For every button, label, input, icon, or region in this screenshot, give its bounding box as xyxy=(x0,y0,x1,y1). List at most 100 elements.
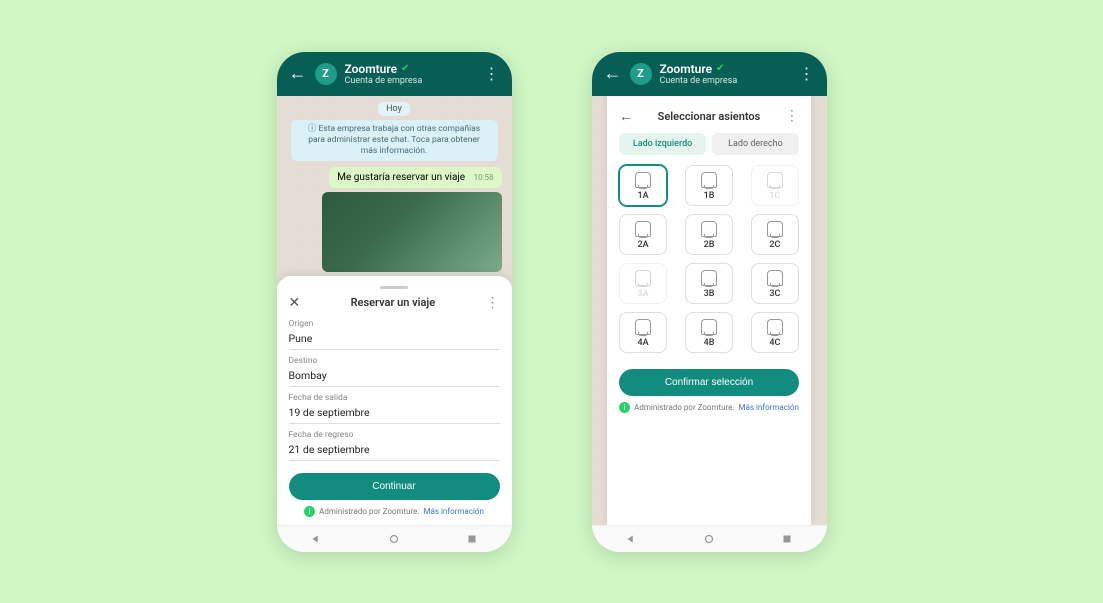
seat-icon xyxy=(701,221,717,237)
phone-seats: ← Z Zoomture ✔ Cuenta de empresa ⋮ ← Sel… xyxy=(592,52,827,552)
nav-back-icon[interactable] xyxy=(309,532,323,546)
seat-label: 1B xyxy=(704,191,715,201)
depart-label: Fecha de salida xyxy=(289,393,500,403)
sheet-title: Reservar un viaje xyxy=(300,296,485,309)
android-nav xyxy=(277,525,512,552)
info-text: Esta empresa trabaja con otras compañías… xyxy=(308,124,480,156)
chat-image[interactable] xyxy=(322,192,502,272)
more-icon[interactable]: ⋮ xyxy=(484,64,500,83)
seat-4B[interactable]: 4B xyxy=(685,312,733,353)
continue-button[interactable]: Continuar xyxy=(289,473,500,500)
seat-icon xyxy=(635,172,651,188)
chat-title-block[interactable]: Zoomture ✔ Cuenta de empresa xyxy=(660,62,791,86)
seat-2A[interactable]: 2A xyxy=(619,214,667,255)
seat-icon xyxy=(701,319,717,335)
seat-label: 1A xyxy=(638,191,649,201)
seat-3C[interactable]: 3C xyxy=(751,263,799,304)
seat-icon xyxy=(701,270,717,286)
seat-1A[interactable]: 1A xyxy=(619,165,667,206)
nav-home-icon[interactable] xyxy=(387,532,401,546)
seat-icon xyxy=(635,319,651,335)
info-icon: i xyxy=(304,506,315,517)
footer-text: Administrado por Zoomture. xyxy=(319,507,419,516)
nav-home-icon[interactable] xyxy=(702,532,716,546)
seat-2C[interactable]: 2C xyxy=(751,214,799,255)
footer-link[interactable]: Más información xyxy=(739,403,799,412)
phone-booking: ← Z Zoomture ✔ Cuenta de empresa ⋮ Hoy ⓘ… xyxy=(277,52,512,552)
dest-label: Destino xyxy=(289,356,500,366)
seat-label: 3B xyxy=(704,289,715,299)
date-pill: Hoy xyxy=(378,102,410,116)
depart-value: 19 de septiembre xyxy=(289,403,500,424)
sheet-more-icon[interactable]: ⋮ xyxy=(486,295,500,311)
chat-title: Zoomture xyxy=(660,62,713,76)
return-field[interactable]: Fecha de regreso 21 de septiembre xyxy=(289,430,500,461)
close-icon[interactable]: ✕ xyxy=(289,295,301,311)
chat-area: ← Seleccionar asientos ⋮ Lado izquierdo … xyxy=(592,96,827,525)
seat-3A: 3A xyxy=(619,263,667,304)
sheet-footer: i Administrado por Zoomture. Más informa… xyxy=(289,506,500,517)
seat-icon xyxy=(635,270,651,286)
seat-1B[interactable]: 1B xyxy=(685,165,733,206)
msg-text: Me gustaría reservar un viaje xyxy=(337,172,465,183)
nav-recent-icon[interactable] xyxy=(780,532,794,546)
seat-icon xyxy=(701,172,717,188)
confirm-button[interactable]: Confirmar selección xyxy=(619,369,799,396)
seat-label: 1C xyxy=(769,191,780,201)
chat-title-block[interactable]: Zoomture ✔ Cuenta de empresa xyxy=(345,62,476,86)
return-label: Fecha de regreso xyxy=(289,430,500,440)
seat-label: 2B xyxy=(704,240,715,250)
seat-grid: 1A 1B 1C 2A 2B 2C 3A 3B 3C 4A 4B 4C xyxy=(619,165,799,353)
seat-icon xyxy=(635,221,651,237)
seat-icon xyxy=(767,221,783,237)
footer-link[interactable]: Más información xyxy=(424,507,484,516)
seat-2B[interactable]: 2B xyxy=(685,214,733,255)
back-icon[interactable]: ← xyxy=(604,63,622,84)
info-icon: i xyxy=(619,402,630,413)
nav-back-icon[interactable] xyxy=(624,532,638,546)
footer-text: Administrado por Zoomture. xyxy=(634,403,734,412)
seat-icon xyxy=(767,172,783,188)
verified-icon: ✔ xyxy=(401,63,409,74)
seat-label: 3A xyxy=(638,289,649,299)
chat-subtitle: Cuenta de empresa xyxy=(660,76,791,86)
origin-field[interactable]: Origen Pune xyxy=(289,319,500,350)
sheet-title: Seleccionar asientos xyxy=(633,110,785,123)
info-pill[interactable]: ⓘ Esta empresa trabaja con otras compañí… xyxy=(291,120,498,161)
seat-1C: 1C xyxy=(751,165,799,206)
dest-value: Bombay xyxy=(289,366,500,387)
tab-left[interactable]: Lado izquierdo xyxy=(619,133,706,155)
return-value: 21 de septiembre xyxy=(289,440,500,461)
seat-label: 4B xyxy=(704,338,715,348)
android-nav xyxy=(592,525,827,552)
seat-4A[interactable]: 4A xyxy=(619,312,667,353)
msg-time: 10:58 xyxy=(474,173,494,182)
origin-value: Pune xyxy=(289,329,500,350)
back-icon[interactable]: ← xyxy=(289,63,307,84)
dest-field[interactable]: Destino Bombay xyxy=(289,356,500,387)
seat-label: 3C xyxy=(769,289,780,299)
more-icon[interactable]: ⋮ xyxy=(799,64,815,83)
sheet-footer: i Administrado por Zoomture. Más informa… xyxy=(619,402,799,413)
chat-header: ← Z Zoomture ✔ Cuenta de empresa ⋮ xyxy=(592,52,827,96)
seat-4C[interactable]: 4C xyxy=(751,312,799,353)
avatar[interactable]: Z xyxy=(315,63,337,85)
side-tabs: Lado izquierdo Lado derecho xyxy=(619,133,799,155)
booking-sheet: ✕ Reservar un viaje ⋮ Origen Pune Destin… xyxy=(277,276,512,525)
seat-label: 2C xyxy=(769,240,780,250)
nav-recent-icon[interactable] xyxy=(465,532,479,546)
avatar[interactable]: Z xyxy=(630,63,652,85)
chat-subtitle: Cuenta de empresa xyxy=(345,76,476,86)
seat-3B[interactable]: 3B xyxy=(685,263,733,304)
tab-right[interactable]: Lado derecho xyxy=(712,133,799,155)
chat-title: Zoomture xyxy=(345,62,398,76)
depart-field[interactable]: Fecha de salida 19 de septiembre xyxy=(289,393,500,424)
outgoing-message[interactable]: Me gustaría reservar un viaje 10:58 xyxy=(329,167,501,188)
verified-icon: ✔ xyxy=(716,63,724,74)
seat-label: 4A xyxy=(638,338,649,348)
seat-icon xyxy=(767,319,783,335)
sheet-handle[interactable] xyxy=(380,286,408,289)
seat-icon xyxy=(767,270,783,286)
sheet-more-icon[interactable]: ⋮ xyxy=(785,108,799,124)
back-arrow-icon[interactable]: ← xyxy=(619,108,633,125)
